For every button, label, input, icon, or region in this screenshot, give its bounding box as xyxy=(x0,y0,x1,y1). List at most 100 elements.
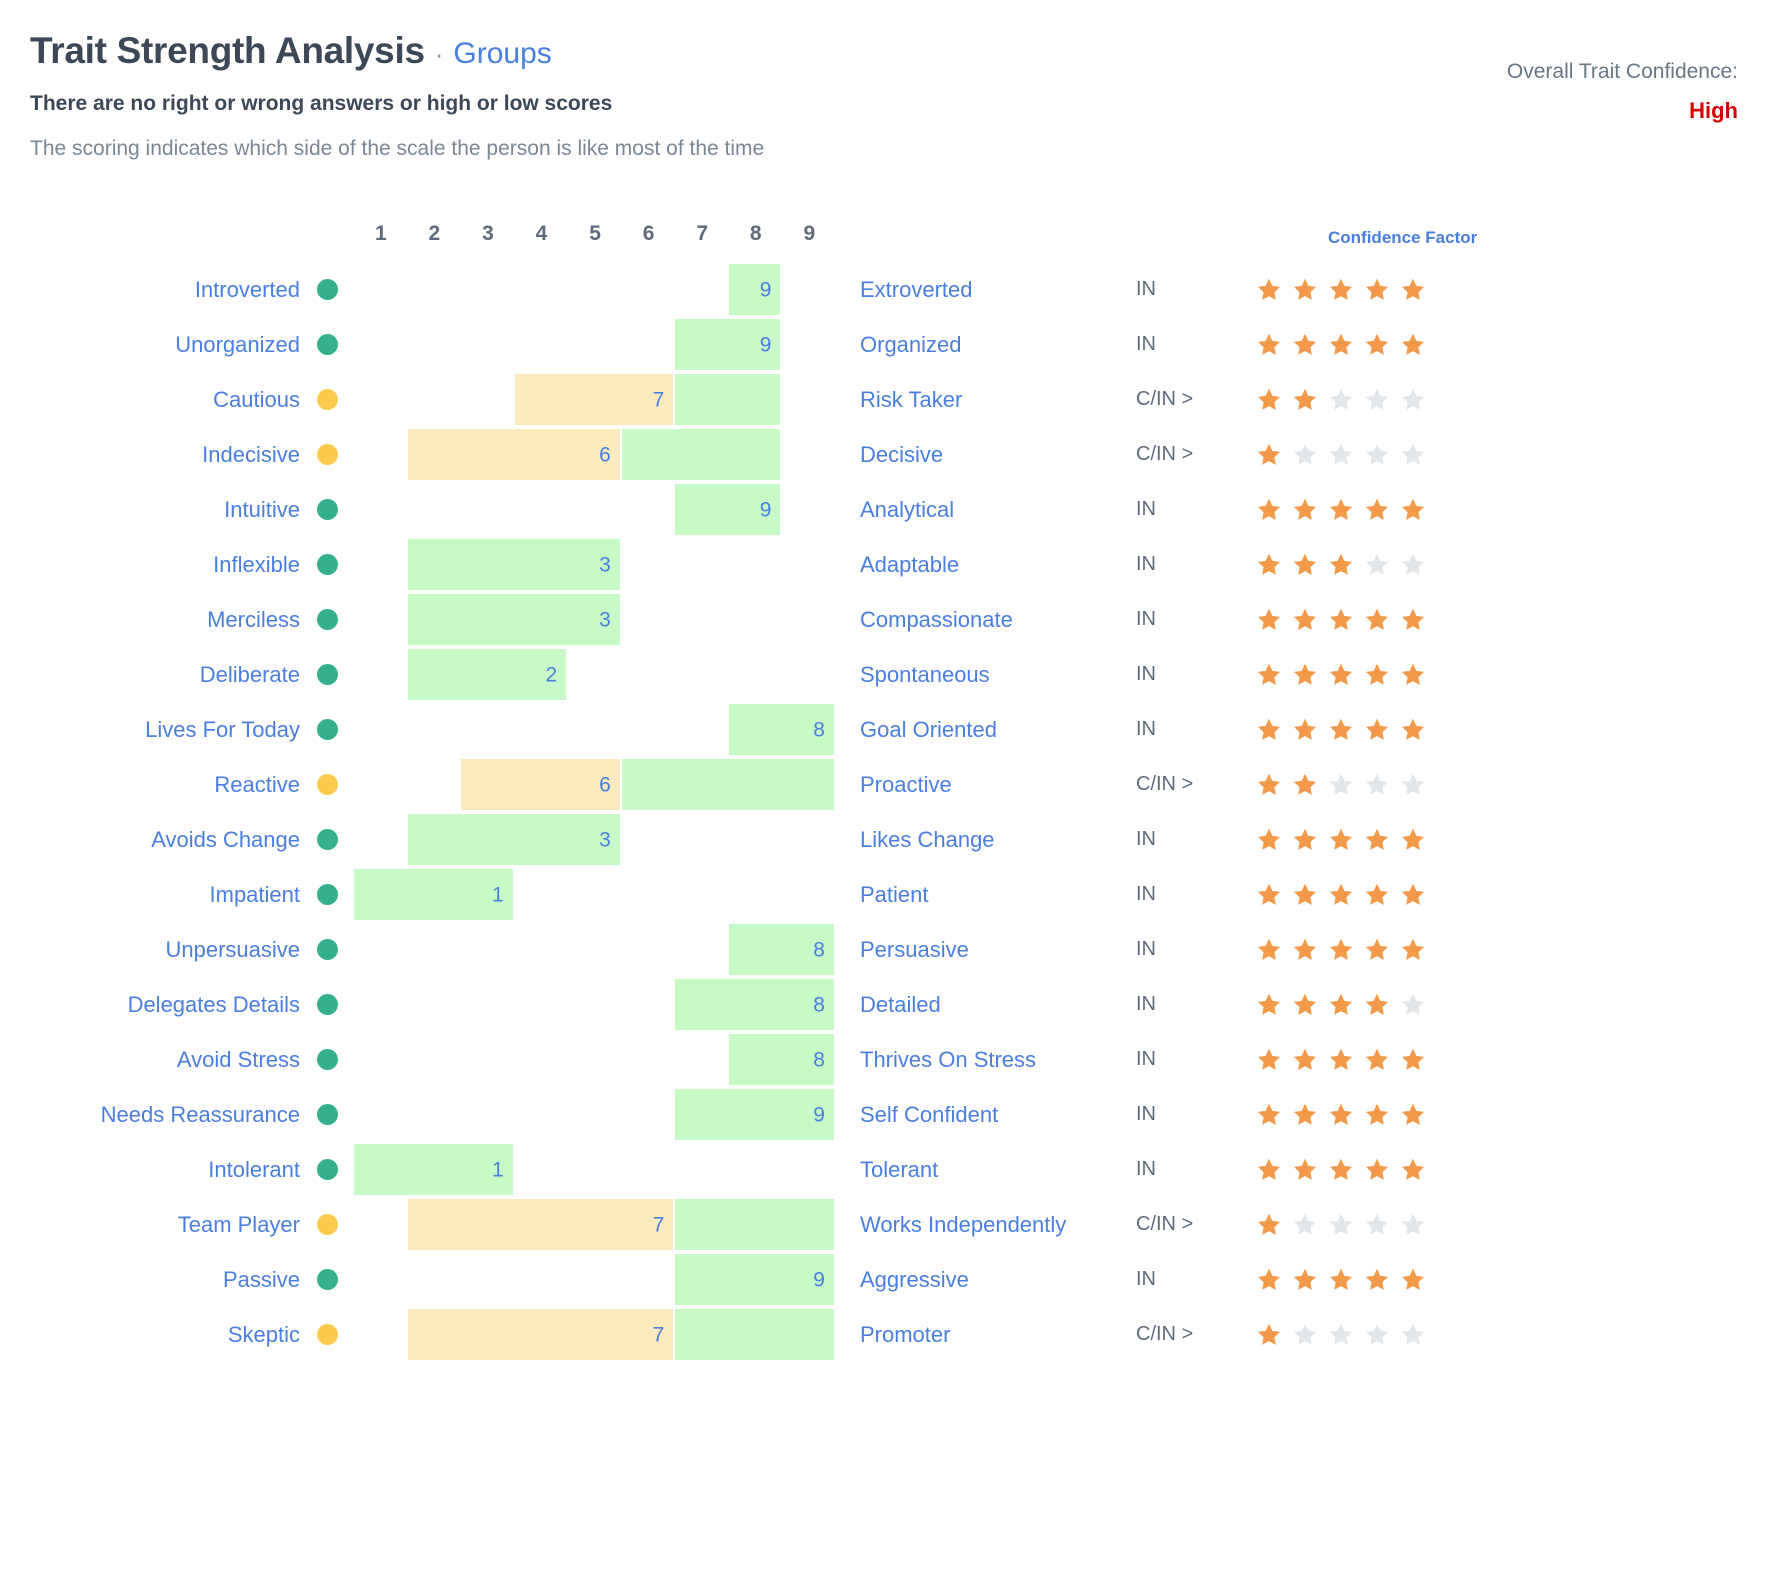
title-groups-link[interactable]: Groups xyxy=(453,37,551,71)
star-filled-icon xyxy=(1292,607,1318,633)
score-track: 1 xyxy=(354,867,836,922)
star-filled-icon xyxy=(1328,1157,1354,1183)
trait-right-label[interactable]: Adaptable xyxy=(836,552,1136,578)
star-filled-icon xyxy=(1364,992,1390,1018)
trait-right-label[interactable]: Spontaneous xyxy=(836,662,1136,688)
trait-right-label[interactable]: Risk Taker xyxy=(836,387,1136,413)
trait-right-label[interactable]: Promoter xyxy=(836,1322,1136,1348)
trait-left-label[interactable]: Deliberate xyxy=(0,662,300,688)
star-empty-icon xyxy=(1328,772,1354,798)
trait-row: Delegates Details 8 Detailed IN xyxy=(0,977,1768,1032)
star-empty-icon xyxy=(1400,772,1426,798)
trait-left-label[interactable]: Delegates Details xyxy=(0,992,300,1018)
star-filled-icon xyxy=(1292,717,1318,743)
trait-right-label[interactable]: Likes Change xyxy=(836,827,1136,853)
trait-left-label[interactable]: Passive xyxy=(0,1267,300,1293)
trait-code: IN xyxy=(1136,718,1156,740)
trait-right-label[interactable]: Patient xyxy=(836,882,1136,908)
score-track: 9 xyxy=(354,1252,836,1307)
star-filled-icon xyxy=(1256,387,1282,413)
scale-axis-ticks: 1 2 3 4 5 6 7 8 9 xyxy=(354,218,836,250)
star-filled-icon xyxy=(1328,717,1354,743)
green-dot-icon xyxy=(316,939,338,960)
trait-right-label[interactable]: Tolerant xyxy=(836,1157,1136,1183)
trait-right-label[interactable]: Analytical xyxy=(836,497,1136,523)
trait-row: Impatient 1 Patient IN xyxy=(0,867,1768,922)
trait-left-label[interactable]: Avoids Change xyxy=(0,827,300,853)
trait-left-label[interactable]: Indecisive xyxy=(0,442,300,468)
confidence-factor-stars xyxy=(1256,992,1456,1018)
star-empty-icon xyxy=(1400,387,1426,413)
trait-right-label[interactable]: Works Independently xyxy=(836,1212,1136,1238)
trait-indicator-dot-cell xyxy=(300,719,354,740)
trait-left-label[interactable]: Inflexible xyxy=(0,552,300,578)
confidence-factor-stars xyxy=(1256,387,1456,413)
star-filled-icon xyxy=(1364,827,1390,853)
star-filled-icon xyxy=(1400,717,1426,743)
trait-left-label[interactable]: Unpersuasive xyxy=(0,937,300,963)
trait-right-label[interactable]: Proactive xyxy=(836,772,1136,798)
star-filled-icon xyxy=(1364,937,1390,963)
score-value: 2 xyxy=(545,663,558,686)
score-value: 9 xyxy=(813,1268,825,1291)
trait-indicator-dot-cell xyxy=(300,499,354,520)
star-filled-icon xyxy=(1364,1157,1390,1183)
trait-right-label[interactable]: Detailed xyxy=(836,992,1136,1018)
trait-right-label[interactable]: Persuasive xyxy=(836,937,1136,963)
scale-tick-7: 7 xyxy=(696,222,708,245)
trait-left-label[interactable]: Cautious xyxy=(0,387,300,413)
star-filled-icon xyxy=(1328,882,1354,908)
trait-left-label[interactable]: Skeptic xyxy=(0,1322,300,1348)
star-filled-icon xyxy=(1364,662,1390,688)
trait-left-label[interactable]: Merciless xyxy=(0,607,300,633)
trait-left-label[interactable]: Reactive xyxy=(0,772,300,798)
confidence-factor-stars xyxy=(1256,1157,1456,1183)
score-bar-green: 9 xyxy=(675,484,781,535)
trait-right-label[interactable]: Organized xyxy=(836,332,1136,358)
trait-row: Reactive 6 Proactive C/IN > xyxy=(0,757,1768,812)
trait-rows-list: Introverted 9 Extroverted IN Unorganized 9 Org… xyxy=(0,262,1768,1362)
yellow-dot-icon xyxy=(316,1324,338,1345)
star-filled-icon xyxy=(1256,882,1282,908)
trait-left-label[interactable]: Unorganized xyxy=(0,332,300,358)
star-filled-icon xyxy=(1256,1267,1282,1293)
trait-left-label[interactable]: Avoid Stress xyxy=(0,1047,300,1073)
trait-code: IN xyxy=(1136,1158,1156,1180)
trait-left-label[interactable]: Intolerant xyxy=(0,1157,300,1183)
trait-left-label[interactable]: Intuitive xyxy=(0,497,300,523)
star-filled-icon xyxy=(1328,497,1354,523)
trait-row: Merciless 3 Compassionate IN xyxy=(0,592,1768,647)
trait-right-label[interactable]: Aggressive xyxy=(836,1267,1136,1293)
trait-right-label[interactable]: Goal Oriented xyxy=(836,717,1136,743)
trait-left-label[interactable]: Lives For Today xyxy=(0,717,300,743)
star-filled-icon xyxy=(1292,827,1318,853)
trait-indicator-dot-cell xyxy=(300,334,354,355)
scale-tick-8: 8 xyxy=(749,222,762,245)
confidence-factor-stars xyxy=(1256,937,1456,963)
trait-left-label[interactable]: Needs Reassurance xyxy=(0,1102,300,1128)
star-empty-icon xyxy=(1292,1212,1318,1238)
score-value: 9 xyxy=(813,1103,825,1126)
trait-right-label[interactable]: Self Confident xyxy=(836,1102,1136,1128)
star-filled-icon xyxy=(1292,552,1318,578)
star-filled-icon xyxy=(1364,332,1390,358)
trait-right-label[interactable]: Thrives On Stress xyxy=(836,1047,1136,1073)
star-filled-icon xyxy=(1364,277,1390,303)
score-track: 8 xyxy=(354,1032,836,1087)
score-track: 9 xyxy=(354,482,836,537)
trait-left-label[interactable]: Impatient xyxy=(0,882,301,908)
star-empty-icon xyxy=(1292,1322,1318,1348)
star-filled-icon xyxy=(1400,1047,1426,1073)
score-bar-green: 9 xyxy=(675,1089,834,1140)
score-bar-yellow: 7 xyxy=(407,1309,674,1360)
trait-left-label[interactable]: Introverted xyxy=(0,277,300,303)
confidence-factor-stars xyxy=(1256,662,1456,688)
trait-right-label[interactable]: Extroverted xyxy=(836,277,1136,303)
trait-right-label[interactable]: Decisive xyxy=(836,442,1136,468)
trait-code: C/IN > xyxy=(1136,773,1194,795)
star-filled-icon xyxy=(1400,607,1426,633)
star-filled-icon xyxy=(1292,882,1318,908)
trait-right-label[interactable]: Compassionate xyxy=(836,607,1136,633)
trait-left-label[interactable]: Team Player xyxy=(0,1212,300,1238)
scale-tick-6: 6 xyxy=(642,222,655,245)
